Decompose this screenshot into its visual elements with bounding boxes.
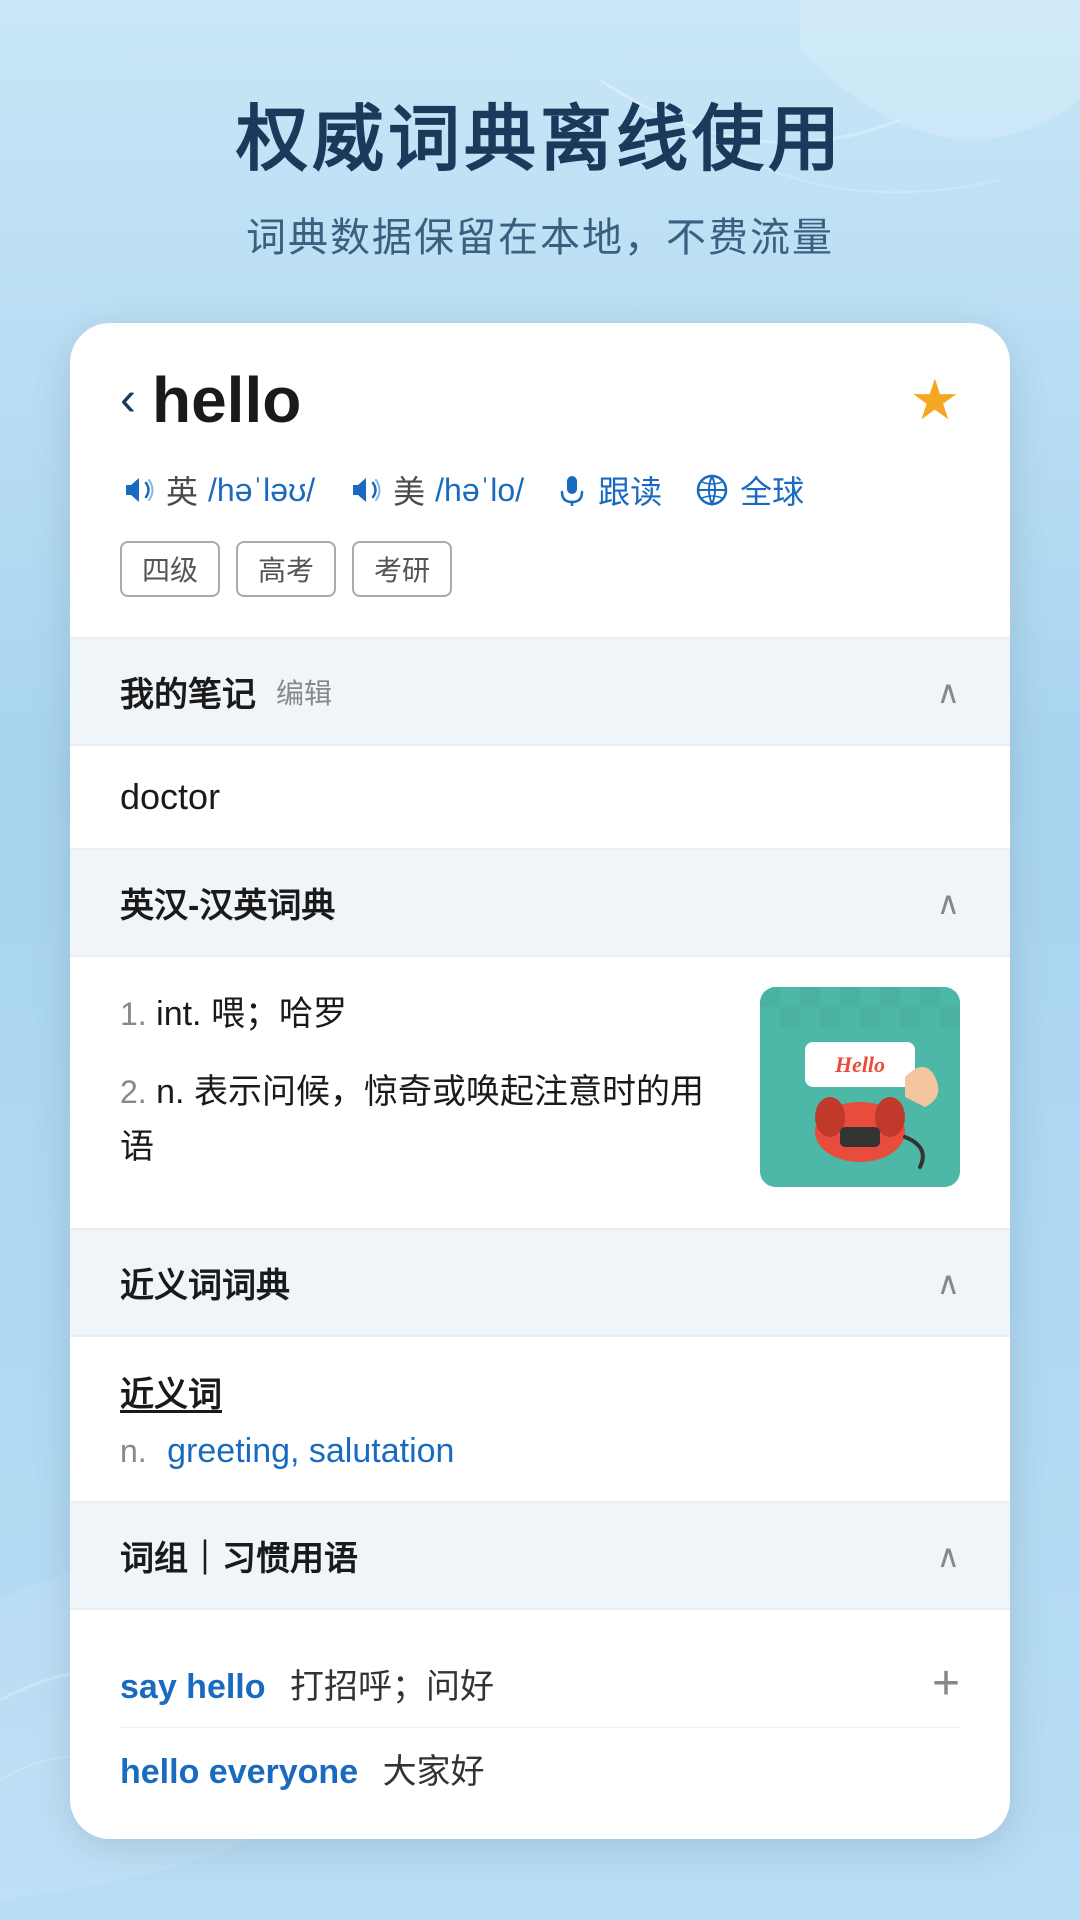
dictionary-card: ‹ hello ★ 英 /həˈləʊ/: [70, 323, 1010, 1839]
def-pos-1: int.: [156, 995, 201, 1033]
tag-gaokao: 高考: [236, 541, 336, 597]
pronunciation-row: 英 /həˈləʊ/ 美 /həˈlo/: [120, 467, 960, 513]
def-pos-2: n.: [156, 1073, 184, 1111]
synonym-pos: n.: [120, 1433, 147, 1469]
word-display: hello: [152, 363, 301, 437]
global-label: 全球: [740, 467, 804, 513]
notes-content: doctor: [70, 746, 1010, 848]
word-header: ‹ hello ★ 英 /həˈləʊ/: [70, 323, 1010, 637]
word-tags: 四级 高考 考研: [120, 541, 960, 597]
uk-label: 英: [166, 467, 198, 513]
phrase-1-cn: 打招呼；问好: [290, 1668, 494, 1706]
synonym-row: n. greeting, salutation: [120, 1432, 960, 1471]
us-ipa: /həˈlo/: [435, 472, 524, 509]
app-title: 权威词典离线使用: [236, 80, 844, 185]
phrase-1-en[interactable]: say hello: [120, 1668, 266, 1706]
global-button[interactable]: 全球: [694, 467, 804, 513]
phrases-section-header[interactable]: 词组｜习惯用语 ∧: [70, 1503, 1010, 1608]
follow-read-button[interactable]: 跟读: [556, 467, 662, 513]
phrase-row-1: say hello 打招呼；问好 +: [120, 1640, 960, 1728]
notes-title: 我的笔记: [120, 667, 256, 716]
back-button[interactable]: ‹: [120, 376, 136, 424]
def-number-1: 1.: [120, 996, 147, 1032]
def-number-2: 2.: [120, 1074, 147, 1110]
phrases-content: say hello 打招呼；问好 + hello everyone 大家好: [70, 1610, 1010, 1839]
dict-section-header[interactable]: 英汉-汉英词典 ∧: [70, 850, 1010, 955]
phrases-title: 词组｜习惯用语: [120, 1531, 358, 1580]
synonyms-section-header[interactable]: 近义词词典 ∧: [70, 1230, 1010, 1335]
def-text-1: 喂；哈罗: [211, 995, 347, 1033]
uk-pronunciation[interactable]: 英 /həˈləʊ/: [120, 467, 315, 513]
phrase-1-add-button[interactable]: +: [932, 1656, 960, 1711]
phrase-2-cn: 大家好: [383, 1753, 485, 1791]
phrase-row-2: hello everyone 大家好: [120, 1728, 960, 1809]
synonyms-chevron-icon: ∧: [937, 1264, 960, 1302]
notes-section-header[interactable]: 我的笔记 编辑 ∧: [70, 639, 1010, 744]
synonym-words: greeting, salutation: [167, 1432, 454, 1470]
app-header: 权威词典离线使用 词典数据保留在本地，不费流量: [176, 80, 904, 263]
notes-chevron-icon: ∧: [937, 673, 960, 711]
def-text-2: 表示问候，惊奇或唤起注意时的用语: [120, 1073, 704, 1165]
app-subtitle: 词典数据保留在本地，不费流量: [236, 205, 844, 263]
phrases-chevron-icon: ∧: [937, 1537, 960, 1575]
global-icon: [694, 472, 730, 508]
dict-chevron-icon: ∧: [937, 884, 960, 922]
tag-cet4: 四级: [120, 541, 220, 597]
notes-edit-button[interactable]: 编辑: [276, 672, 332, 712]
phrase-2-content: hello everyone 大家好: [120, 1744, 485, 1793]
definition-2: 2. n. 表示问候，惊奇或唤起注意时的用语: [120, 1065, 730, 1174]
us-pronunciation[interactable]: 美 /həˈlo/: [347, 467, 524, 513]
note-text: doctor: [120, 776, 220, 817]
dict-title: 英汉-汉英词典: [120, 878, 335, 927]
us-label: 美: [393, 467, 425, 513]
svg-text:Hello: Hello: [834, 1052, 885, 1077]
hello-illustration: Hello: [760, 987, 960, 1187]
phrase-1-content: say hello 打招呼；问好: [120, 1659, 494, 1708]
synonym-section-label: 近义词: [120, 1367, 960, 1416]
follow-read-label: 跟读: [598, 467, 662, 513]
uk-ipa: /həˈləʊ/: [208, 472, 315, 509]
favorite-star-icon[interactable]: ★: [910, 367, 960, 433]
definition-1: 1. int. 喂；哈罗: [120, 987, 730, 1041]
us-speaker-icon: [347, 472, 383, 508]
definitions-list: 1. int. 喂；哈罗 2. n. 表示问候，惊奇或唤起注意时的用语: [120, 987, 730, 1198]
phrase-2-en[interactable]: hello everyone: [120, 1753, 358, 1791]
dictionary-content: 1. int. 喂；哈罗 2. n. 表示问候，惊奇或唤起注意时的用语: [70, 957, 1010, 1228]
microphone-icon: [556, 474, 588, 506]
uk-speaker-icon: [120, 472, 156, 508]
tag-kaoyan: 考研: [352, 541, 452, 597]
synonyms-content: 近义词 n. greeting, salutation: [70, 1337, 1010, 1501]
synonyms-title: 近义词词典: [120, 1258, 290, 1307]
